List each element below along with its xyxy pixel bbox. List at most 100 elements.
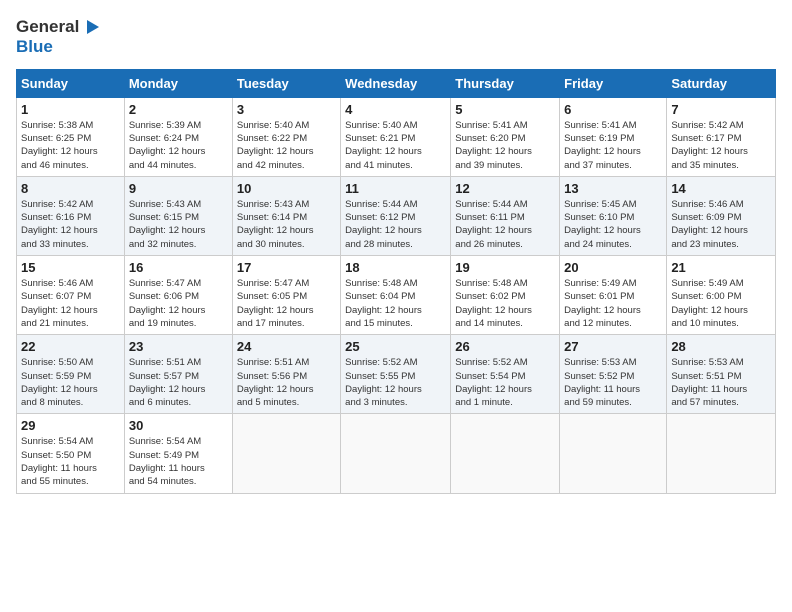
day-number: 15 [21, 260, 120, 275]
calendar-cell: 3 Sunrise: 5:40 AM Sunset: 6:22 PM Daylig… [232, 97, 340, 176]
calendar-cell: 4 Sunrise: 5:40 AM Sunset: 6:21 PM Daylig… [341, 97, 451, 176]
logo-general: General [16, 18, 79, 37]
day-number: 17 [237, 260, 336, 275]
calendar-cell: 1Sunrise: 5:38 AM Sunset: 6:25 PM Daylig… [17, 97, 125, 176]
day-info: Sunrise: 5:46 AM Sunset: 6:09 PM Dayligh… [671, 198, 771, 251]
logo-arrow-icon [81, 16, 103, 38]
day-number: 21 [671, 260, 771, 275]
day-number: 14 [671, 181, 771, 196]
day-info: Sunrise: 5:50 AM Sunset: 5:59 PM Dayligh… [21, 356, 120, 409]
calendar-cell: 29 Sunrise: 5:54 AM Sunset: 5:50 PM Dayli… [17, 414, 125, 493]
col-header-sunday: Sunday [17, 69, 125, 97]
day-info: Sunrise: 5:52 AM Sunset: 5:54 PM Dayligh… [455, 356, 555, 409]
day-info: Sunrise: 5:44 AM Sunset: 6:12 PM Dayligh… [345, 198, 446, 251]
page-header: General Blue [16, 16, 776, 57]
day-number: 3 [237, 102, 336, 117]
day-info: Sunrise: 5:51 AM Sunset: 5:56 PM Dayligh… [237, 356, 336, 409]
calendar-cell: 16 Sunrise: 5:47 AM Sunset: 6:06 PM Dayli… [124, 256, 232, 335]
day-info: Sunrise: 5:43 AM Sunset: 6:15 PM Dayligh… [129, 198, 228, 251]
calendar-cell: 9 Sunrise: 5:43 AM Sunset: 6:15 PM Daylig… [124, 176, 232, 255]
calendar-cell: 26 Sunrise: 5:52 AM Sunset: 5:54 PM Dayli… [451, 335, 560, 414]
col-header-wednesday: Wednesday [341, 69, 451, 97]
day-number: 6 [564, 102, 662, 117]
calendar-cell: 21 Sunrise: 5:49 AM Sunset: 6:00 PM Dayli… [667, 256, 776, 335]
day-info: Sunrise: 5:47 AM Sunset: 6:06 PM Dayligh… [129, 277, 228, 330]
calendar-cell: 14 Sunrise: 5:46 AM Sunset: 6:09 PM Dayli… [667, 176, 776, 255]
day-info: Sunrise: 5:49 AM Sunset: 6:00 PM Dayligh… [671, 277, 771, 330]
calendar-cell: 24Sunrise: 5:51 AM Sunset: 5:56 PM Dayli… [232, 335, 340, 414]
calendar-cell [341, 414, 451, 493]
calendar-cell: 6 Sunrise: 5:41 AM Sunset: 6:19 PM Daylig… [560, 97, 667, 176]
day-number: 11 [345, 181, 446, 196]
day-info: Sunrise: 5:53 AM Sunset: 5:51 PM Dayligh… [671, 356, 771, 409]
day-number: 7 [671, 102, 771, 117]
day-info: Sunrise: 5:47 AM Sunset: 6:05 PM Dayligh… [237, 277, 336, 330]
day-number: 9 [129, 181, 228, 196]
calendar-cell: 18Sunrise: 5:48 AM Sunset: 6:04 PM Dayli… [341, 256, 451, 335]
day-number: 18 [345, 260, 446, 275]
day-info: Sunrise: 5:40 AM Sunset: 6:22 PM Dayligh… [237, 119, 336, 172]
day-info: Sunrise: 5:53 AM Sunset: 5:52 PM Dayligh… [564, 356, 662, 409]
day-number: 26 [455, 339, 555, 354]
day-number: 23 [129, 339, 228, 354]
day-info: Sunrise: 5:42 AM Sunset: 6:17 PM Dayligh… [671, 119, 771, 172]
col-header-friday: Friday [560, 69, 667, 97]
calendar-cell: 27 Sunrise: 5:53 AM Sunset: 5:52 PM Dayli… [560, 335, 667, 414]
calendar-cell: 17 Sunrise: 5:47 AM Sunset: 6:05 PM Dayli… [232, 256, 340, 335]
calendar-cell: 5 Sunrise: 5:41 AM Sunset: 6:20 PM Daylig… [451, 97, 560, 176]
col-header-monday: Monday [124, 69, 232, 97]
day-info: Sunrise: 5:41 AM Sunset: 6:19 PM Dayligh… [564, 119, 662, 172]
col-header-tuesday: Tuesday [232, 69, 340, 97]
day-number: 19 [455, 260, 555, 275]
col-header-thursday: Thursday [451, 69, 560, 97]
calendar-cell: 8 Sunrise: 5:42 AM Sunset: 6:16 PM Daylig… [17, 176, 125, 255]
day-info: Sunrise: 5:54 AM Sunset: 5:50 PM Dayligh… [21, 435, 120, 488]
day-number: 4 [345, 102, 446, 117]
day-number: 27 [564, 339, 662, 354]
day-info: Sunrise: 5:51 AM Sunset: 5:57 PM Dayligh… [129, 356, 228, 409]
day-number: 5 [455, 102, 555, 117]
calendar-cell: 20Sunrise: 5:49 AM Sunset: 6:01 PM Dayli… [560, 256, 667, 335]
day-number: 8 [21, 181, 120, 196]
day-number: 28 [671, 339, 771, 354]
calendar-cell: 30 Sunrise: 5:54 AM Sunset: 5:49 PM Dayli… [124, 414, 232, 493]
calendar-cell: 12Sunrise: 5:44 AM Sunset: 6:11 PM Dayli… [451, 176, 560, 255]
day-info: Sunrise: 5:42 AM Sunset: 6:16 PM Dayligh… [21, 198, 120, 251]
day-number: 29 [21, 418, 120, 433]
day-info: Sunrise: 5:54 AM Sunset: 5:49 PM Dayligh… [129, 435, 228, 488]
calendar-cell: 25Sunrise: 5:52 AM Sunset: 5:55 PM Dayli… [341, 335, 451, 414]
calendar-cell: 7 Sunrise: 5:42 AM Sunset: 6:17 PM Daylig… [667, 97, 776, 176]
day-number: 25 [345, 339, 446, 354]
calendar-cell: 22 Sunrise: 5:50 AM Sunset: 5:59 PM Dayli… [17, 335, 125, 414]
calendar-cell: 11 Sunrise: 5:44 AM Sunset: 6:12 PM Dayli… [341, 176, 451, 255]
day-number: 10 [237, 181, 336, 196]
calendar-cell: 13 Sunrise: 5:45 AM Sunset: 6:10 PM Dayli… [560, 176, 667, 255]
calendar-cell [667, 414, 776, 493]
logo-blue: Blue [16, 38, 103, 57]
calendar-cell: 28 Sunrise: 5:53 AM Sunset: 5:51 PM Dayli… [667, 335, 776, 414]
logo: General Blue [16, 16, 103, 57]
day-number: 22 [21, 339, 120, 354]
logo-text: General Blue [16, 16, 103, 57]
calendar-cell [232, 414, 340, 493]
day-info: Sunrise: 5:40 AM Sunset: 6:21 PM Dayligh… [345, 119, 446, 172]
day-number: 13 [564, 181, 662, 196]
day-info: Sunrise: 5:41 AM Sunset: 6:20 PM Dayligh… [455, 119, 555, 172]
calendar-table: SundayMondayTuesdayWednesdayThursdayFrid… [16, 69, 776, 494]
day-number: 1 [21, 102, 120, 117]
calendar-cell: 19 Sunrise: 5:48 AM Sunset: 6:02 PM Dayli… [451, 256, 560, 335]
calendar-cell: 10 Sunrise: 5:43 AM Sunset: 6:14 PM Dayli… [232, 176, 340, 255]
day-info: Sunrise: 5:45 AM Sunset: 6:10 PM Dayligh… [564, 198, 662, 251]
day-info: Sunrise: 5:44 AM Sunset: 6:11 PM Dayligh… [455, 198, 555, 251]
day-info: Sunrise: 5:48 AM Sunset: 6:02 PM Dayligh… [455, 277, 555, 330]
day-info: Sunrise: 5:43 AM Sunset: 6:14 PM Dayligh… [237, 198, 336, 251]
calendar-cell [560, 414, 667, 493]
day-info: Sunrise: 5:46 AM Sunset: 6:07 PM Dayligh… [21, 277, 120, 330]
day-number: 2 [129, 102, 228, 117]
col-header-saturday: Saturday [667, 69, 776, 97]
calendar-cell: 2Sunrise: 5:39 AM Sunset: 6:24 PM Daylig… [124, 97, 232, 176]
calendar-cell [451, 414, 560, 493]
day-number: 30 [129, 418, 228, 433]
day-number: 20 [564, 260, 662, 275]
day-number: 16 [129, 260, 228, 275]
